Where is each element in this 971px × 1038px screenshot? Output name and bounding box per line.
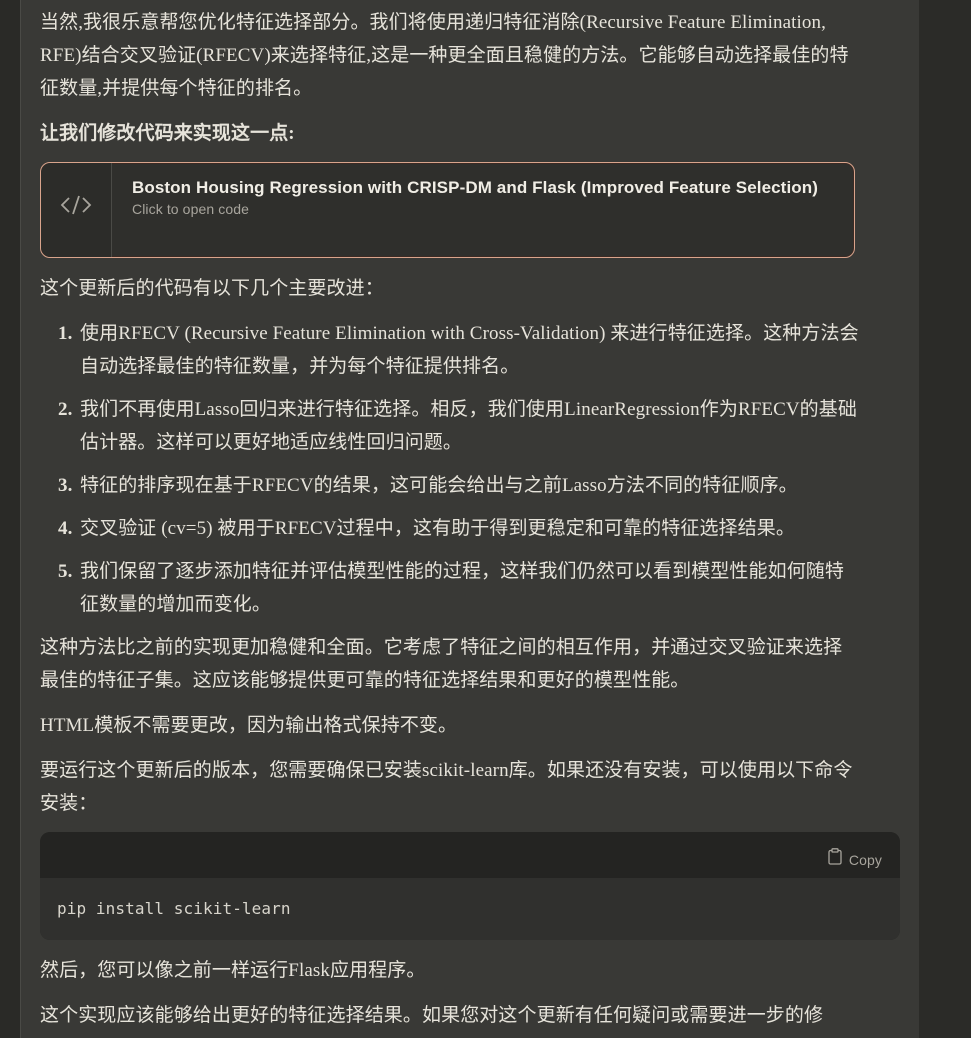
code-block-header: Copy: [40, 832, 900, 878]
left-gutter: [0, 0, 20, 1038]
code-block: Copy pip install scikit-learn: [40, 832, 900, 940]
list-item: 3. 特征的排序现在基于RFECV的结果，这可能会给出与之前Lasso方法不同的…: [58, 469, 860, 502]
summary-paragraph: 这种方法比之前的实现更加稳健和全面。它考虑了特征之间的相互作用，并通过交叉验证来…: [40, 637, 843, 691]
install-note-paragraph: 要运行这个更新后的版本，您需要确保已安装scikit-learn库。如果还没有安…: [40, 760, 853, 814]
list-item-text: 我们保留了逐步添加特征并评估模型性能的过程，这样我们仍然可以看到模型性能如何随特…: [80, 561, 845, 615]
improvements-list: 1. 使用RFECV (Recursive Feature Eliminatio…: [40, 317, 860, 621]
artifact-subtitle: Click to open code: [132, 201, 249, 217]
right-gutter: [919, 0, 971, 1038]
template-note-paragraph: HTML模板不需要更改，因为输出格式保持不变。: [40, 715, 458, 736]
list-item: 2. 我们不再使用Lasso回归来进行特征选择。相反，我们使用LinearReg…: [58, 393, 860, 459]
chat-page: 当然,我很乐意帮您优化特征选择部分。我们将使用递归特征消除(Recursive …: [0, 0, 971, 1038]
list-item: 1. 使用RFECV (Recursive Feature Eliminatio…: [58, 317, 860, 383]
clipboard-icon: [828, 844, 842, 877]
closing-paragraph: 这个实现应该能够给出更好的特征选择结果。如果您对这个更新有任何疑问或需要进一步的…: [40, 1005, 824, 1026]
list-item-number: 2.: [58, 399, 73, 420]
list-item-text: 特征的排序现在基于RFECV的结果，这可能会给出与之前Lasso方法不同的特征顺…: [80, 475, 798, 496]
list-item-text: 交叉验证 (cv=5) 被用于RFECV过程中，这有助于得到更稳定和可靠的特征选…: [80, 518, 795, 539]
artifact-icon-container: [41, 163, 112, 257]
list-item: 5. 我们保留了逐步添加特征并评估模型性能的过程，这样我们仍然可以看到模型性能如…: [58, 555, 860, 621]
copy-button[interactable]: Copy: [828, 844, 882, 877]
code-content: pip install scikit-learn: [40, 878, 900, 940]
list-item: 4. 交叉验证 (cv=5) 被用于RFECV过程中，这有助于得到更稳定和可靠的…: [58, 512, 860, 545]
list-item-number: 5.: [58, 561, 73, 582]
assistant-message-content: 当然,我很乐意帮您优化特征选择部分。我们将使用递归特征消除(Recursive …: [40, 6, 900, 1038]
artifact-text: Boston Housing Regression with CRISP-DM …: [112, 163, 838, 257]
copy-button-label: Copy: [848, 852, 882, 868]
intro-paragraph: 当然,我很乐意帮您优化特征选择部分。我们将使用递归特征消除(Recursive …: [40, 12, 849, 99]
list-intro-paragraph: 这个更新后的代码有以下几个主要改进：: [40, 278, 384, 299]
artifact-title: Boston Housing Regression with CRISP-DM …: [132, 178, 818, 197]
after-code-paragraph: 然后，您可以像之前一样运行Flask应用程序。: [40, 960, 426, 981]
list-item-number: 4.: [58, 518, 73, 539]
list-item-text: 我们不再使用Lasso回归来进行特征选择。相反，我们使用LinearRegres…: [80, 399, 857, 453]
code-icon: [60, 193, 92, 228]
list-item-text: 使用RFECV (Recursive Feature Elimination w…: [80, 323, 859, 377]
list-item-number: 1.: [58, 323, 73, 344]
list-item-number: 3.: [58, 475, 73, 496]
artifact-card[interactable]: Boston Housing Regression with CRISP-DM …: [40, 162, 855, 258]
lead-in-paragraph: 让我们修改代码来实现这一点:: [40, 123, 295, 144]
